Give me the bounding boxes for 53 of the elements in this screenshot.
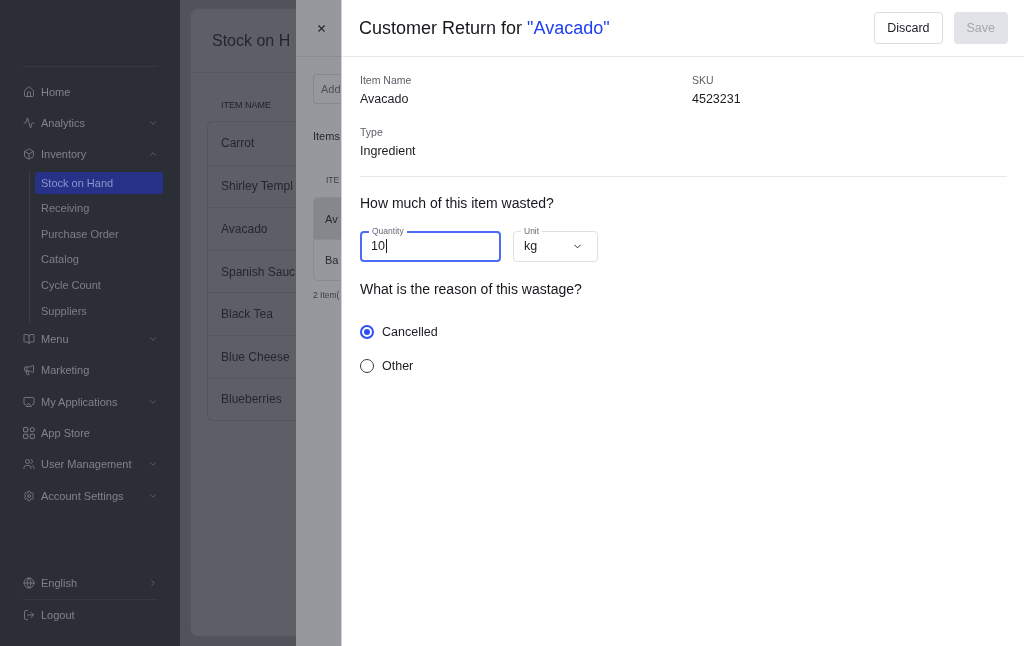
radio-button[interactable] xyxy=(360,324,374,339)
users-icon xyxy=(23,458,35,471)
nav-subitem[interactable]: Purchase Order xyxy=(35,222,163,245)
megaphone-icon xyxy=(23,364,35,377)
field-value: Avacado xyxy=(360,91,410,107)
field-label: Type xyxy=(360,126,384,138)
nav-item[interactable]: App Store xyxy=(23,417,158,449)
nav-item[interactable]: Menu xyxy=(23,323,158,355)
monitor-icon xyxy=(23,395,35,408)
question-text: How much of this item wasted? xyxy=(360,195,555,212)
option-label[interactable]: Other xyxy=(382,358,414,373)
field-label: SKU xyxy=(692,74,715,86)
book-icon xyxy=(23,333,35,346)
nav-item[interactable]: Home xyxy=(23,76,158,108)
section-title: Items xyxy=(313,129,341,143)
house-icon xyxy=(23,85,35,98)
field-value: 4523231 xyxy=(692,91,742,107)
text-cursor-icon xyxy=(385,239,387,253)
nav-item[interactable]: User Management xyxy=(23,448,158,480)
nav-subitem[interactable]: Catalog xyxy=(35,248,163,271)
nav-subitem[interactable]: Cycle Count xyxy=(35,274,163,297)
nav-item[interactable]: Marketing xyxy=(23,354,158,387)
page-title: Stock on H xyxy=(212,31,291,50)
column-header: ITE xyxy=(326,175,341,186)
globe-icon xyxy=(23,577,35,590)
add-field[interactable]: Add xyxy=(313,74,341,104)
table-cell-text: Carrot xyxy=(220,135,256,153)
nav-item[interactable]: Account Settings xyxy=(23,479,158,512)
nav-subitem[interactable]: Stock on Hand xyxy=(35,171,163,194)
table-row[interactable]: Av xyxy=(314,198,341,239)
item-count: 2 Item( xyxy=(313,290,341,301)
nav-item[interactable]: Analytics xyxy=(23,107,158,139)
logout-icon xyxy=(23,609,35,622)
grid-icon xyxy=(23,427,35,439)
drawer-title: Customer Return for "Avacado" xyxy=(359,17,610,39)
pulse-icon xyxy=(23,116,35,129)
chevron-right-icon xyxy=(148,578,158,589)
field-label: Item Name xyxy=(360,74,413,86)
settings-icon xyxy=(23,489,35,502)
nav-item[interactable]: Logout xyxy=(23,599,158,631)
close-button[interactable] xyxy=(316,22,327,34)
nav-item[interactable]: English xyxy=(23,567,158,599)
column-header: ITEM NAME xyxy=(220,99,272,111)
option-label[interactable]: Cancelled xyxy=(382,324,438,339)
nav-item[interactable]: My Applications xyxy=(23,386,158,418)
discard-button[interactable]: Discard xyxy=(874,12,943,44)
field-value: Ingredient xyxy=(360,143,417,159)
cube-icon xyxy=(23,148,35,161)
nav-subitem[interactable]: Suppliers xyxy=(35,299,163,322)
question-text: What is the reason of this wastage? xyxy=(360,280,583,298)
close-icon xyxy=(316,22,327,34)
nav-subitem[interactable]: Receiving xyxy=(35,197,163,220)
nav-item[interactable]: Inventory xyxy=(23,138,158,170)
